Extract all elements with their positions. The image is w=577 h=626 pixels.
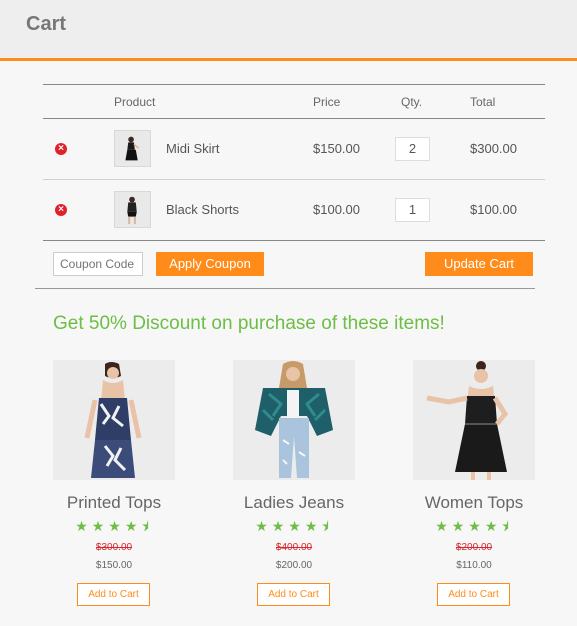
line-total: $300.00 xyxy=(470,141,517,156)
table-row: × Black Shorts $100.00 1 $100.00 xyxy=(43,180,545,240)
old-price: $300.00 xyxy=(95,542,133,553)
ladies-jeans-model-image xyxy=(233,360,355,480)
promo-heading: Get 50% Discount on purchase of these it… xyxy=(53,313,445,334)
product-thumbnail xyxy=(114,191,151,228)
sale-price: $110.00 xyxy=(456,560,492,571)
product-name[interactable]: Black Shorts xyxy=(166,202,239,217)
skirt-product-image xyxy=(115,131,150,166)
column-header-qty: Qty. xyxy=(401,95,423,109)
product-card-name[interactable]: Ladies Jeans xyxy=(213,493,375,513)
rating-stars-icon: ★★★★⯨ xyxy=(75,518,153,534)
line-total: $100.00 xyxy=(470,202,517,217)
update-cart-button[interactable]: Update Cart xyxy=(425,252,533,276)
table-top-border xyxy=(43,84,545,85)
column-header-price: Price xyxy=(313,95,341,109)
product-card-name[interactable]: Printed Tops xyxy=(33,493,195,513)
product-price: $150.00 xyxy=(313,141,360,156)
product-image[interactable] xyxy=(413,360,535,480)
sale-price: $200.00 xyxy=(275,560,313,571)
product-name[interactable]: Midi Skirt xyxy=(166,141,219,156)
rating-stars-icon: ★★★★⯨ xyxy=(255,518,333,534)
product-image[interactable] xyxy=(233,360,355,480)
old-price: $400.00 xyxy=(275,542,313,553)
printed-top-model-image xyxy=(53,360,175,480)
product-card: Women Tops ★★★★⯨ $200.00 $110.00 Add to … xyxy=(413,360,535,606)
product-price: $100.00 xyxy=(313,202,360,217)
rating-stars-icon: ★★★★⯨ xyxy=(435,518,513,534)
shorts-product-image xyxy=(115,192,150,227)
page-header: Cart xyxy=(0,0,577,61)
table-bottom-border xyxy=(43,240,545,241)
product-image[interactable] xyxy=(53,360,175,480)
women-top-model-image xyxy=(413,360,535,480)
product-thumbnail xyxy=(114,130,151,167)
add-to-cart-button[interactable]: Add to Cart xyxy=(437,583,510,606)
column-header-total: Total xyxy=(470,95,496,109)
old-price: $200.00 xyxy=(455,542,493,553)
table-row: × Midi Skirt $150.00 2 $300.00 xyxy=(43,119,545,179)
add-to-cart-button[interactable]: Add to Cart xyxy=(77,583,150,606)
page-title: Cart xyxy=(26,13,67,35)
add-to-cart-button[interactable]: Add to Cart xyxy=(257,583,330,606)
quantity-input[interactable]: 2 xyxy=(395,137,430,161)
product-card-name[interactable]: Women Tops xyxy=(393,493,555,513)
coupon-code-input[interactable] xyxy=(53,252,143,276)
product-card: Ladies Jeans ★★★★⯨ $400.00 $200.00 Add t… xyxy=(233,360,355,606)
section-divider xyxy=(35,288,535,289)
remove-item-icon[interactable]: × xyxy=(55,143,67,155)
sale-price: $150.00 xyxy=(95,560,133,571)
column-header-product: Product xyxy=(114,95,156,109)
apply-coupon-button[interactable]: Apply Coupon xyxy=(156,252,264,276)
product-card: Printed Tops ★★★★⯨ $300.00 $150.00 Add t… xyxy=(53,360,175,606)
remove-item-icon[interactable]: × xyxy=(55,204,67,216)
quantity-input[interactable]: 1 xyxy=(395,198,430,222)
